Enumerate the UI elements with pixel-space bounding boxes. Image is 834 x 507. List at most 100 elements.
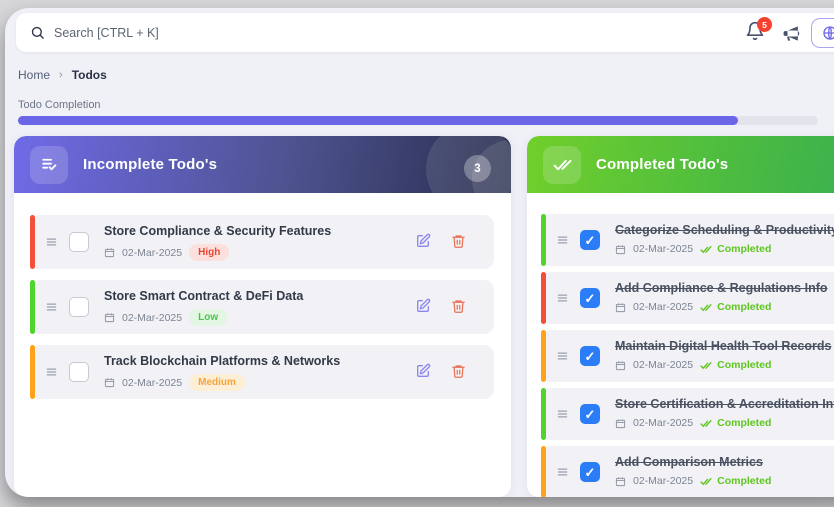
todo-content: Track Blockchain Platforms & Networks 02… — [104, 354, 340, 391]
todo-completion-progress-fill — [18, 116, 738, 125]
double-check-icon — [700, 418, 713, 429]
globe-icon — [822, 25, 834, 41]
completed-status: Completed — [700, 475, 771, 487]
todo-title: Store Certification & Accreditation Info — [615, 397, 834, 411]
todo-checkbox-checked[interactable]: ✓ — [580, 462, 600, 482]
double-check-icon — [700, 360, 713, 371]
completed-status: Completed — [700, 359, 771, 371]
todo-date: 02-Mar-2025 — [122, 312, 182, 324]
completed-status: Completed — [700, 417, 771, 429]
calendar-icon — [104, 247, 115, 258]
calendar-icon — [615, 244, 626, 255]
drag-handle[interactable] — [556, 234, 569, 247]
breadcrumb-separator-icon: › — [59, 69, 63, 81]
app-window: 5 Home › Todos Todo Completion Incomplet… — [5, 8, 834, 497]
drag-handle[interactable] — [556, 350, 569, 363]
calendar-icon — [615, 360, 626, 371]
completed-status-label: Completed — [717, 359, 771, 371]
drag-handle[interactable] — [45, 366, 58, 379]
priority-accent-bar — [541, 388, 546, 440]
completed-status-label: Completed — [717, 301, 771, 313]
priority-accent-bar — [30, 215, 35, 269]
incomplete-panel-header: Incomplete Todo's 3 — [14, 136, 511, 193]
todo-title: Track Blockchain Platforms & Networks — [104, 354, 340, 368]
priority-accent-bar — [30, 345, 35, 399]
drag-handle[interactable] — [556, 466, 569, 479]
completed-status-label: Completed — [717, 475, 771, 487]
priority-accent-bar — [541, 330, 546, 382]
megaphone-icon — [782, 24, 801, 43]
search-input[interactable] — [54, 26, 484, 40]
todo-checkbox-checked[interactable]: ✓ — [580, 346, 600, 366]
completed-status: Completed — [700, 301, 771, 313]
priority-badge: High — [189, 244, 229, 261]
todo-content: Maintain Digital Health Tool Records 02-… — [615, 339, 831, 371]
priority-accent-bar — [30, 280, 35, 334]
todo-title: Maintain Digital Health Tool Records — [615, 339, 831, 353]
drag-handle[interactable] — [45, 236, 58, 249]
todo-checkbox-checked[interactable]: ✓ — [580, 230, 600, 250]
edit-button[interactable] — [415, 233, 431, 254]
todo-checkbox-checked[interactable]: ✓ — [580, 404, 600, 424]
priority-accent-bar — [541, 272, 546, 324]
list-check-icon — [40, 155, 59, 174]
priority-badge: Medium — [189, 374, 245, 391]
completed-todos-panel: Completed Todo's ✓ Categorize Scheduling… — [527, 136, 834, 497]
delete-button[interactable] — [451, 363, 466, 384]
todo-title: Add Compliance & Regulations Info — [615, 281, 828, 295]
completed-panel-header: Completed Todo's — [527, 136, 834, 193]
language-button[interactable] — [811, 18, 834, 48]
todo-item: ✓ Add Compliance & Regulations Info 02-M… — [541, 272, 834, 324]
todo-item: ✓ Categorize Scheduling & Productivity A… — [541, 214, 834, 266]
todo-date: 02-Mar-2025 — [633, 475, 693, 487]
todo-checkbox[interactable] — [69, 362, 89, 382]
incomplete-todos-panel: Incomplete Todo's 3 Store Compliance & S… — [14, 136, 511, 497]
priority-accent-bar — [541, 446, 546, 497]
todo-content: Add Compliance & Regulations Info 02-Mar… — [615, 281, 828, 313]
notification-count-badge: 5 — [757, 17, 772, 32]
completed-status: Completed — [700, 243, 771, 255]
todo-item: ✓ Store Certification & Accreditation In… — [541, 388, 834, 440]
incomplete-panel-title: Incomplete Todo's — [83, 156, 217, 173]
todo-item: ✓ Maintain Digital Health Tool Records 0… — [541, 330, 834, 382]
double-check-icon — [553, 155, 572, 174]
double-check-icon — [700, 302, 713, 313]
priority-accent-bar — [541, 214, 546, 266]
notifications-button[interactable]: 5 — [745, 21, 769, 47]
todo-date: 02-Mar-2025 — [633, 417, 693, 429]
todo-checkbox[interactable] — [69, 232, 89, 252]
completed-panel-title: Completed Todo's — [596, 156, 728, 173]
edit-button[interactable] — [415, 363, 431, 384]
completed-header-chip — [543, 146, 581, 184]
todo-item: Track Blockchain Platforms & Networks 02… — [30, 345, 494, 399]
drag-handle[interactable] — [556, 292, 569, 305]
top-search-bar: 5 — [16, 13, 834, 52]
todo-title: Add Comparison Metrics — [615, 455, 771, 469]
announcements-button[interactable] — [782, 24, 804, 44]
todo-title: Categorize Scheduling & Productivity App… — [615, 223, 834, 237]
edit-button[interactable] — [415, 298, 431, 319]
todo-content: Store Certification & Accreditation Info… — [615, 397, 834, 429]
todo-date: 02-Mar-2025 — [633, 359, 693, 371]
delete-button[interactable] — [451, 298, 466, 319]
double-check-icon — [700, 476, 713, 487]
todo-item: Store Compliance & Security Features 02-… — [30, 215, 494, 269]
todo-date: 02-Mar-2025 — [633, 301, 693, 313]
todo-content: Categorize Scheduling & Productivity App… — [615, 223, 834, 255]
todo-item: ✓ Add Comparison Metrics 02-Mar-2025 Com… — [541, 446, 834, 497]
search-icon — [30, 25, 45, 40]
incomplete-header-chip — [30, 146, 68, 184]
incomplete-count-badge: 3 — [464, 155, 491, 182]
calendar-icon — [104, 377, 115, 388]
todo-content: Store Smart Contract & DeFi Data 02-Mar-… — [104, 289, 303, 326]
todo-checkbox-checked[interactable]: ✓ — [580, 288, 600, 308]
double-check-icon — [700, 244, 713, 255]
delete-button[interactable] — [451, 233, 466, 254]
breadcrumb-home-link[interactable]: Home — [18, 68, 50, 82]
completed-status-label: Completed — [717, 417, 771, 429]
drag-handle[interactable] — [556, 408, 569, 421]
todo-date: 02-Mar-2025 — [122, 247, 182, 259]
todo-checkbox[interactable] — [69, 297, 89, 317]
drag-handle[interactable] — [45, 301, 58, 314]
calendar-icon — [104, 312, 115, 323]
